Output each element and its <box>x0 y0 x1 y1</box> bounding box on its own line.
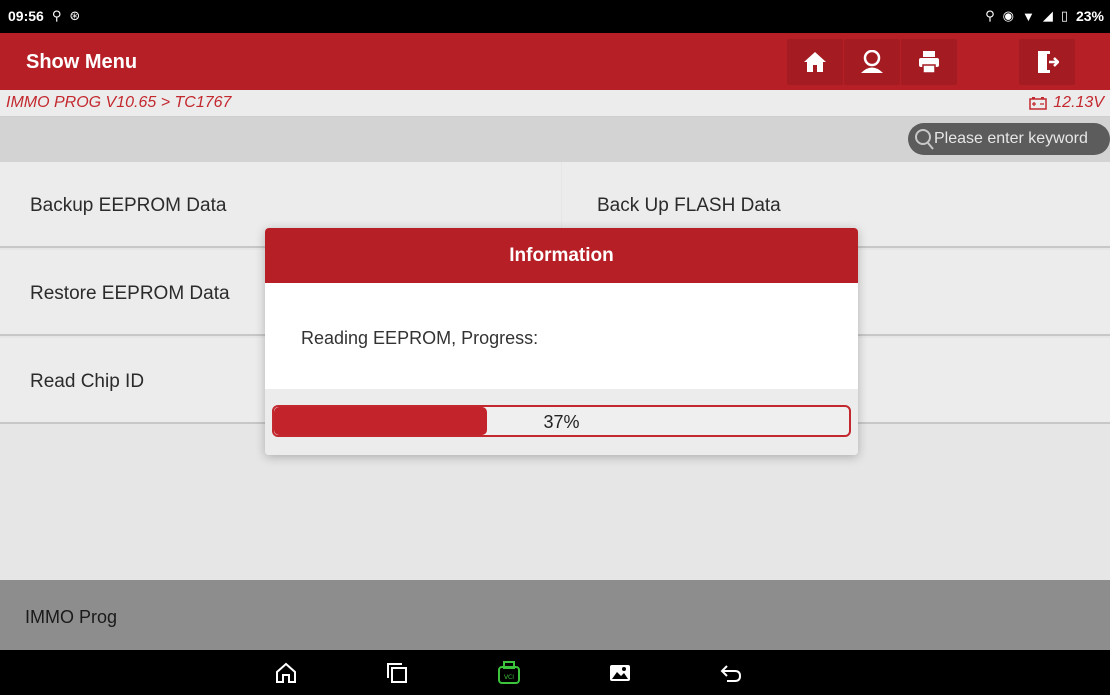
recent-apps-icon <box>387 663 407 683</box>
usb-icon: ⚲ <box>51 8 62 23</box>
menu-item-label: Backup EEPROM Data <box>30 195 227 216</box>
nav-back-button[interactable] <box>714 658 748 688</box>
battery-level: 23% <box>1075 8 1104 24</box>
search-bar <box>0 117 1110 162</box>
menu-item-label: Back Up FLASH Data <box>597 195 781 216</box>
nav-home-button[interactable] <box>269 658 303 688</box>
dialog-footer: 37% <box>265 389 858 455</box>
home-button[interactable] <box>787 39 843 85</box>
screenshot-icon <box>610 665 630 681</box>
clock: 09:56 <box>8 8 44 24</box>
nav-vci-button[interactable]: VCI <box>492 658 526 688</box>
location-icon: ⚲ <box>985 8 995 23</box>
navigation-bar: VCI <box>0 650 1110 695</box>
dialog-header: Information <box>265 228 858 283</box>
dialog-body: Reading EEPROM, Progress: <box>265 283 858 389</box>
search-icon <box>915 129 934 150</box>
vibrate-icon: ◉ <box>1002 8 1014 23</box>
wifi-icon: ▼ <box>1021 8 1035 24</box>
breadcrumb-bar: IMMO PROG V10.65 > TC1767 12.13V <box>0 90 1110 117</box>
search-box[interactable] <box>908 123 1110 155</box>
information-dialog: Information Reading EEPROM, Progress: 37… <box>265 228 858 455</box>
menu-item-label: Restore EEPROM Data <box>30 283 230 304</box>
battery-icon: ▯ <box>1060 8 1068 23</box>
progress-bar: 37% <box>272 405 851 437</box>
progress-text: 37% <box>543 412 580 432</box>
exit-button[interactable] <box>1019 39 1075 85</box>
title-bar: Show Menu <box>0 33 1110 90</box>
user-button[interactable] <box>844 39 900 85</box>
status-bar: 09:56 ⚲ ⊛ ⚲ ◉ ▼ ◢ ▯ 23% <box>0 0 1110 33</box>
print-icon <box>919 51 939 74</box>
nav-recent-apps-button[interactable] <box>380 658 414 688</box>
home-icon <box>276 662 296 683</box>
battery-voltage-icon <box>1029 97 1048 110</box>
nav-screenshot-button[interactable] <box>603 658 637 688</box>
back-icon <box>720 665 742 682</box>
search-input[interactable] <box>934 130 1104 148</box>
menu-item-label: Read Chip ID <box>30 371 145 392</box>
dialog-message: Reading EEPROM, Progress: <box>301 328 539 348</box>
home-icon <box>804 52 826 72</box>
footer-label: IMMO Prog <box>25 607 118 627</box>
dialog-title: Information <box>509 245 614 266</box>
user-icon <box>861 50 883 73</box>
bluetooth-icon: ⊛ <box>69 8 81 23</box>
footer-bar: IMMO Prog <box>0 580 1110 650</box>
page-title: Show Menu <box>26 51 138 73</box>
signal-icon: ◢ <box>1042 8 1053 23</box>
vci-icon: VCI <box>498 661 520 684</box>
exit-icon <box>1038 51 1059 73</box>
voltage-value: 12.13V <box>1053 94 1104 111</box>
breadcrumb: IMMO PROG V10.65 > TC1767 <box>6 94 232 111</box>
print-button[interactable] <box>901 39 957 85</box>
svg-text:VCI: VCI <box>504 674 514 681</box>
